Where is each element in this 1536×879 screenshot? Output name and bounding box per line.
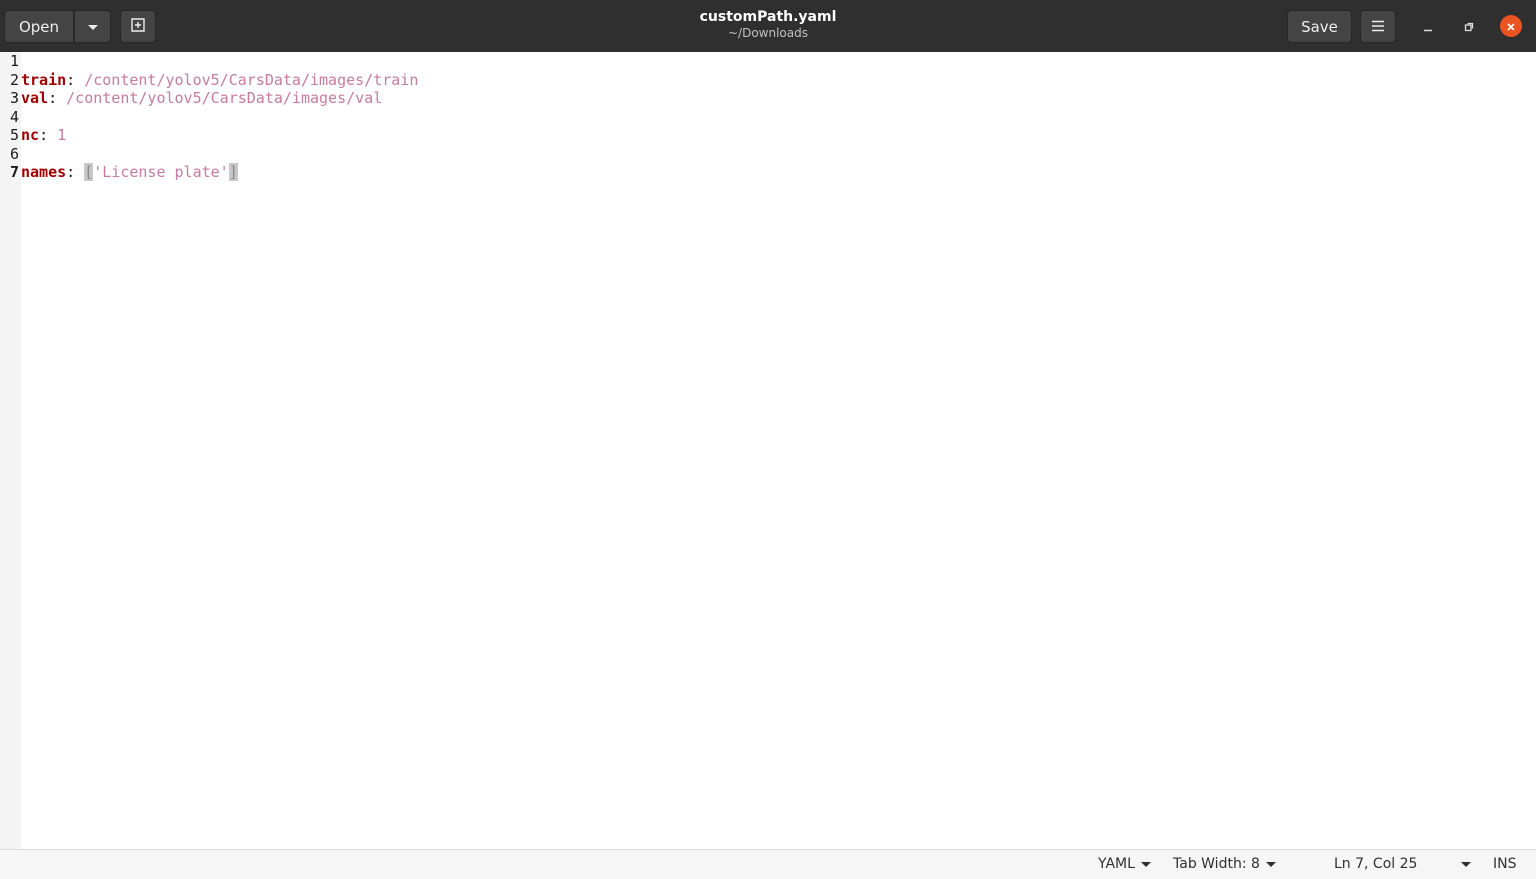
language-label: YAML (1098, 856, 1135, 872)
line-number: 6 (9, 144, 19, 163)
window-subtitle: ~/Downloads (728, 26, 808, 40)
yaml-colon: : (66, 70, 85, 89)
open-menu-button[interactable] (74, 10, 111, 43)
open-button[interactable]: Open (4, 10, 74, 43)
yaml-colon: : (39, 126, 58, 144)
minimize-icon (1423, 17, 1433, 36)
yaml-value: 'License plate' (93, 163, 229, 181)
maximize-button[interactable] (1457, 14, 1481, 38)
yaml-colon: : (48, 89, 67, 107)
cursor-position: Ln 7, Col 25 (1334, 856, 1418, 872)
yaml-key: train (21, 70, 67, 89)
new-document-button[interactable] (120, 10, 156, 43)
maximize-icon (1464, 17, 1474, 36)
line-number-current: 7 (9, 163, 19, 181)
language-selector[interactable]: YAML (1098, 856, 1151, 872)
window-title-area: customPath.yaml ~/Downloads (568, 8, 968, 40)
line-number: 5 (9, 126, 19, 144)
cursor-position-selector[interactable]: Ln 7, Col 25 (1334, 856, 1472, 872)
minimize-button[interactable] (1416, 14, 1440, 38)
matched-bracket: [ (84, 163, 94, 181)
code-line: val: /content/yolov5/CarsData/images/val (21, 89, 382, 108)
chevron-down-icon (1140, 861, 1151, 867)
code-line: train: /content/yolov5/CarsData/images/t… (21, 71, 418, 90)
code-line-current: names: ['License plate'] (21, 163, 238, 182)
open-button-label: Open (18, 17, 60, 36)
chevron-down-icon (87, 18, 99, 36)
yaml-colon: : (66, 163, 85, 181)
yaml-key: nc (21, 126, 40, 144)
text-editor[interactable]: train: /content/yolov5/CarsData/images/t… (21, 52, 1536, 849)
yaml-key: val (21, 89, 49, 107)
insert-mode-indicator[interactable]: INS (1493, 856, 1517, 872)
chevron-down-icon (1461, 861, 1472, 867)
close-icon (1506, 17, 1516, 36)
chevron-down-icon (1265, 861, 1276, 867)
line-number-gutter: 1 2 3 4 5 6 7 (0, 52, 21, 849)
hamburger-icon (1371, 18, 1385, 36)
menu-button[interactable] (1360, 10, 1396, 43)
close-button[interactable] (1500, 15, 1522, 37)
save-button-label: Save (1301, 17, 1338, 36)
matched-bracket: ] (228, 163, 238, 181)
yaml-key: names (21, 163, 67, 181)
line-number: 2 (9, 70, 19, 89)
line-number: 4 (9, 107, 19, 126)
yaml-value: /content/yolov5/CarsData/images/val (66, 89, 383, 107)
insert-mode-label: INS (1493, 856, 1517, 872)
window-title: customPath.yaml (699, 9, 837, 25)
header-bar: Open customPath.yaml ~/Downloads Save (0, 0, 1536, 52)
code-line: nc: 1 (21, 126, 66, 145)
line-number: 1 (9, 52, 19, 70)
status-bar: YAML Tab Width: 8 Ln 7, Col 25 INS (0, 849, 1536, 879)
tab-width-label: Tab Width: 8 (1173, 856, 1260, 872)
line-number: 3 (9, 89, 19, 107)
tab-width-selector[interactable]: Tab Width: 8 (1173, 856, 1276, 872)
yaml-value: 1 (57, 126, 67, 144)
new-document-icon (130, 17, 146, 37)
save-button[interactable]: Save (1287, 10, 1352, 43)
yaml-value: /content/yolov5/CarsData/images/train (84, 70, 419, 89)
